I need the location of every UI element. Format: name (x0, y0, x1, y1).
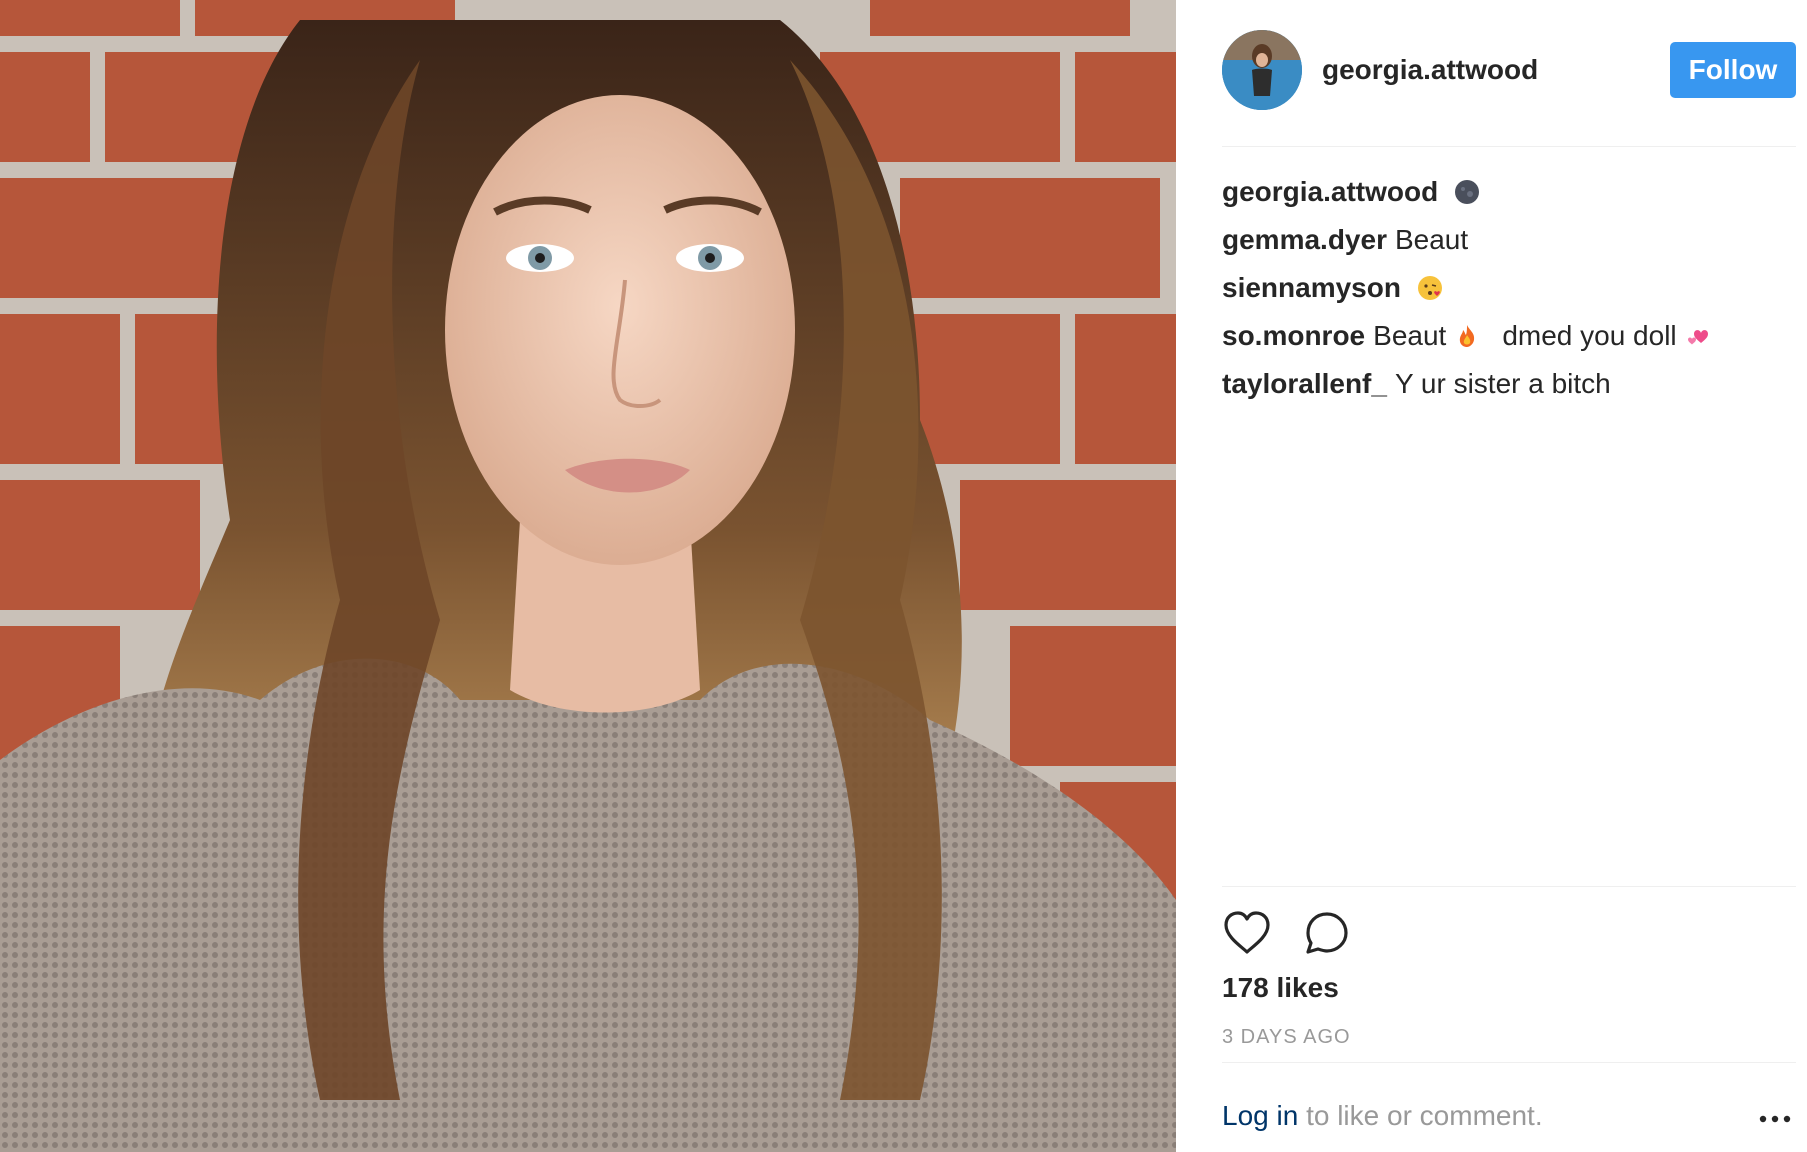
action-bar (1222, 908, 1382, 958)
follow-button[interactable]: Follow (1670, 42, 1796, 98)
footer-divider (1222, 1062, 1796, 1063)
heart-icon[interactable] (1222, 908, 1272, 958)
comment-text: Beaut (1394, 224, 1469, 255)
comment-item: so.monroe Beaut dmed you doll (1222, 312, 1796, 360)
post-photo[interactable] (0, 0, 1176, 1152)
comment-bubble-icon[interactable] (1302, 908, 1352, 958)
comment-author[interactable]: georgia.attwood (1222, 168, 1438, 216)
kissing-face-emoji (1417, 276, 1442, 300)
comment-author[interactable]: siennamyson (1222, 264, 1401, 312)
comment-text-2: dmed you doll (1502, 320, 1677, 351)
fire-emoji (1460, 325, 1475, 347)
comment-item: gemma.dyer Beaut (1222, 216, 1796, 264)
selfie-image (0, 0, 1176, 1152)
avatar[interactable] (1222, 30, 1302, 110)
login-prompt: Log in to like or comment. (1222, 1100, 1543, 1132)
post-side-panel: georgia.attwood Follow georgia.attwood g… (1176, 0, 1807, 1152)
avatar-image (1222, 30, 1302, 110)
dark-moon-emoji (1455, 180, 1480, 204)
likes-count[interactable]: 178 likes (1222, 972, 1339, 1004)
header-username[interactable]: georgia.attwood (1322, 54, 1538, 86)
comment-author[interactable]: so.monroe (1222, 312, 1365, 360)
login-prompt-text: to like or comment. (1298, 1100, 1543, 1131)
comment-item: siennamyson (1222, 264, 1796, 312)
actions-divider (1222, 886, 1796, 887)
comment-text: Beaut (1373, 320, 1447, 351)
instagram-post: georgia.attwood Follow georgia.attwood g… (0, 0, 1807, 1152)
comment-item: taylorallenf_ Y ur sister a bitch (1222, 360, 1796, 408)
comment-text: Y ur sister a bitch (1394, 368, 1611, 399)
header-divider (1222, 146, 1796, 147)
comments-list: georgia.attwood gemma.dyer Beaut siennam… (1222, 168, 1796, 408)
post-timestamp: 3 DAYS AGO (1222, 1026, 1351, 1048)
post-header: georgia.attwood Follow (1222, 30, 1796, 110)
two-hearts-emoji (1687, 330, 1708, 345)
more-options-icon[interactable] (1757, 1104, 1793, 1134)
login-link[interactable]: Log in (1222, 1100, 1298, 1131)
comment-author[interactable]: taylorallenf_ (1222, 360, 1387, 408)
comment-item: georgia.attwood (1222, 168, 1796, 216)
comment-author[interactable]: gemma.dyer (1222, 216, 1387, 264)
